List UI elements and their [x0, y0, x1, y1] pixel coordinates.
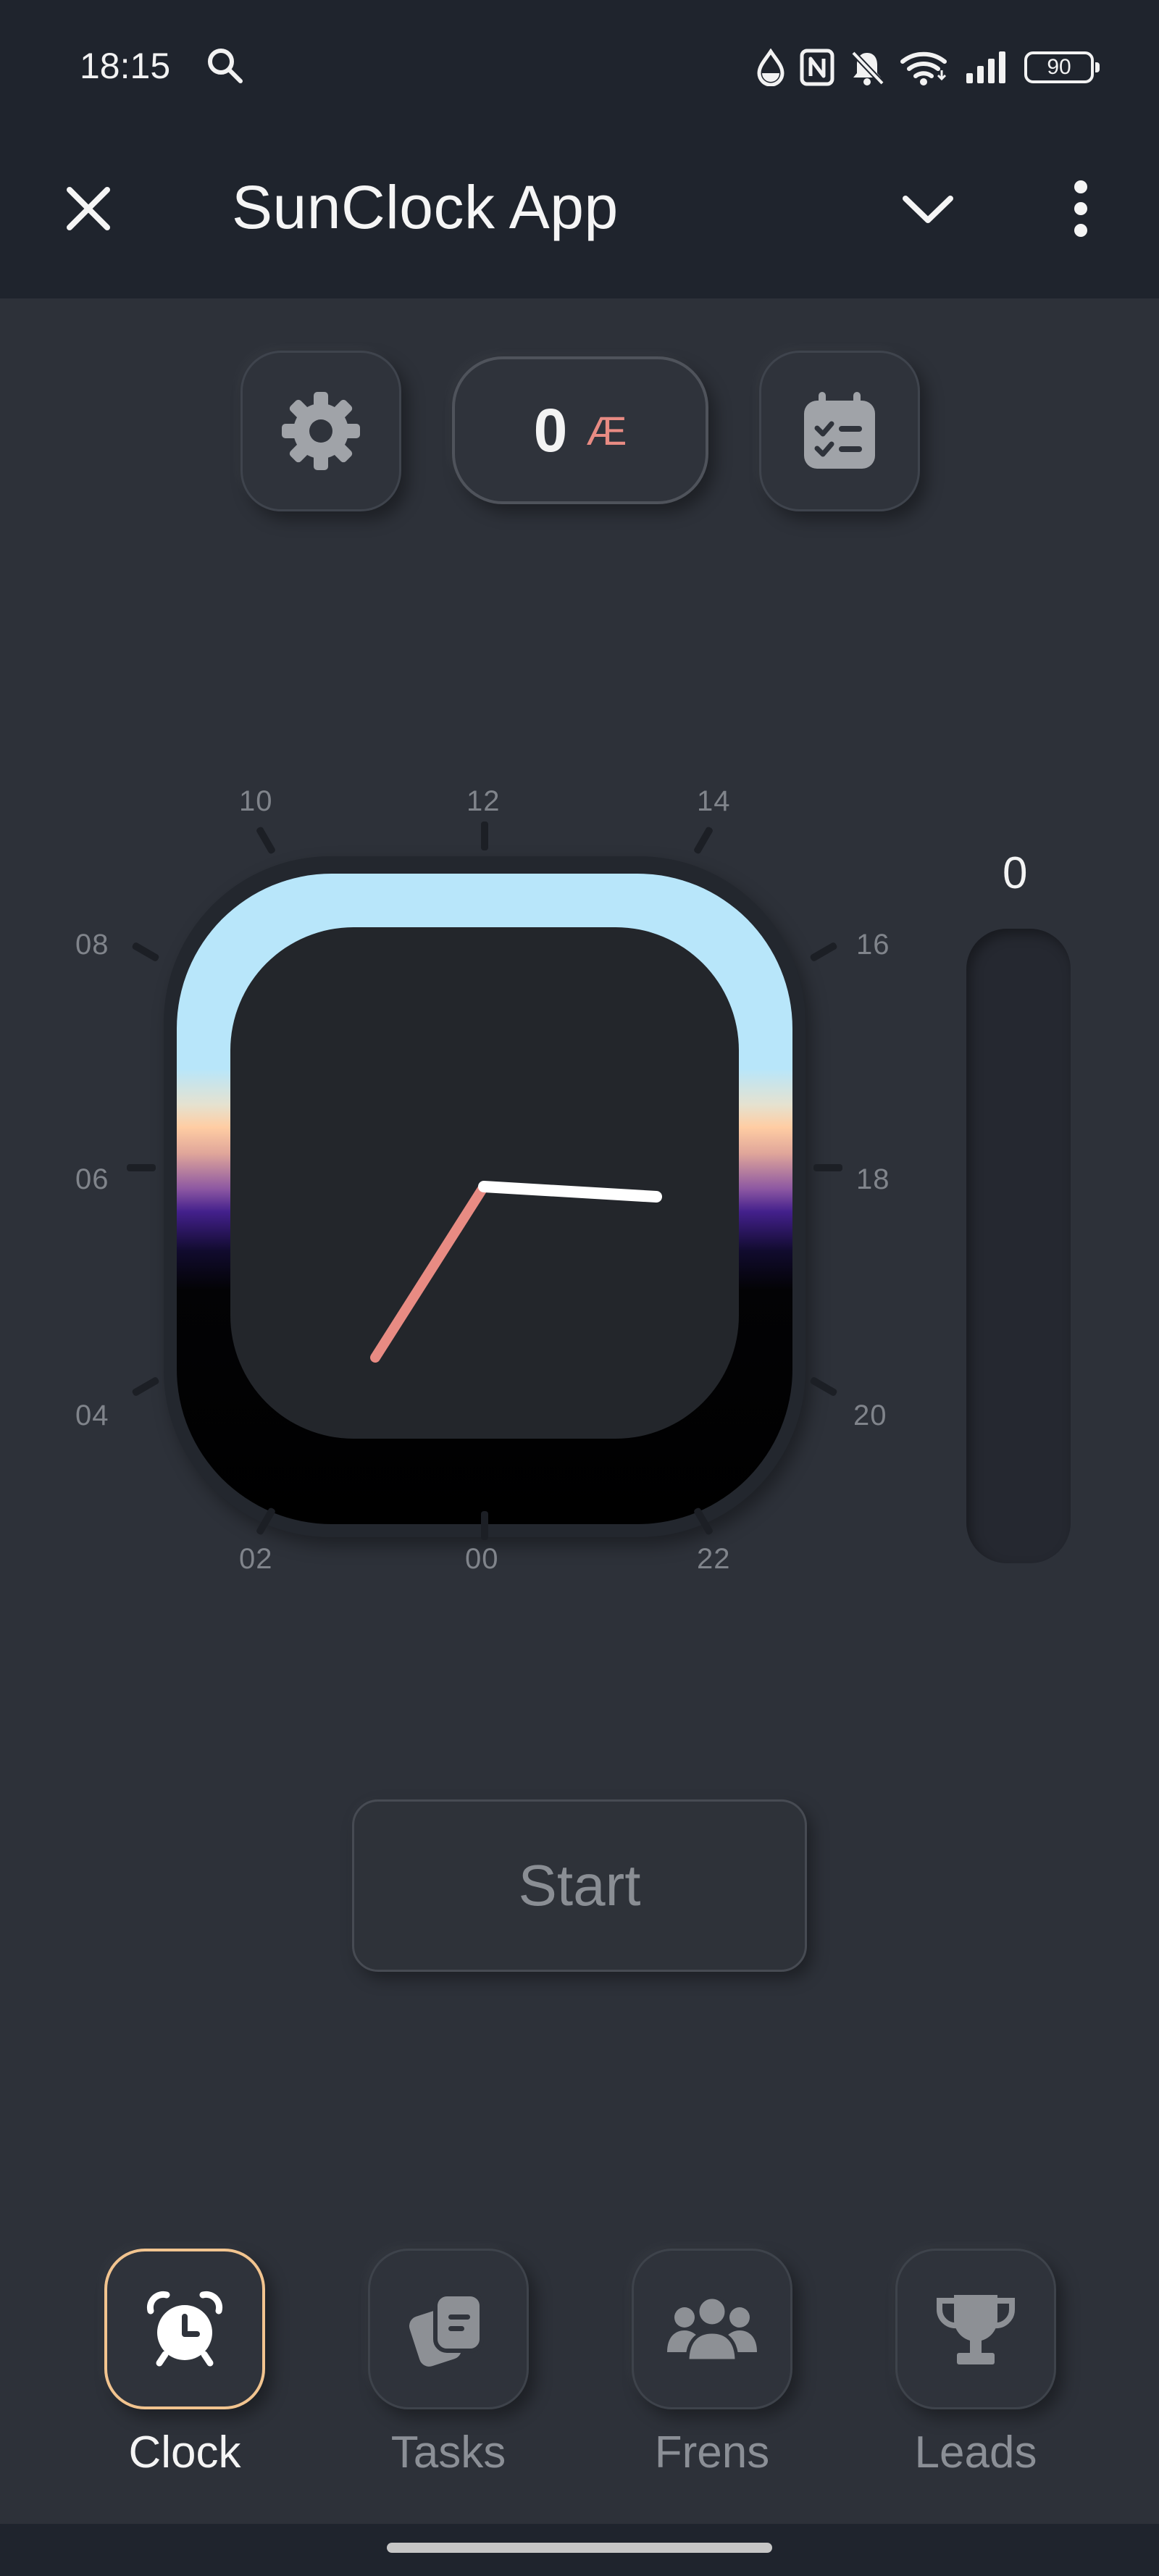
task-calendar-button[interactable]	[759, 351, 920, 511]
drop-icon	[757, 49, 784, 86]
nav-leads-label: Leads	[914, 2427, 1037, 2477]
balance-display: 0 Æ	[452, 356, 708, 504]
nav-leads-button[interactable]	[895, 2249, 1056, 2409]
balance-unit: Æ	[586, 407, 627, 453]
search-icon	[208, 49, 243, 83]
calendar-checklist-icon	[804, 392, 875, 469]
battery-icon: 90	[1024, 51, 1100, 83]
balance-value: 0	[533, 396, 568, 464]
wifi-icon	[900, 51, 947, 85]
status-icons: 90	[756, 42, 1100, 93]
nav-clock-button[interactable]	[104, 2249, 265, 2409]
start-button[interactable]: Start	[352, 1799, 807, 1972]
alarm-clock-icon	[146, 2291, 223, 2367]
status-time: 18:15	[80, 46, 171, 86]
nav-tasks-button[interactable]	[368, 2249, 529, 2409]
chevron-down-icon[interactable]	[895, 181, 961, 239]
close-icon[interactable]	[59, 180, 117, 238]
group-icon	[667, 2295, 757, 2363]
battery-level: 90	[1047, 55, 1071, 79]
nav-leads[interactable]: Leads	[895, 2249, 1062, 2478]
nav-clock-label: Clock	[128, 2427, 241, 2477]
trophy-icon	[936, 2295, 1016, 2364]
settings-button[interactable]	[240, 351, 401, 511]
signal-icon	[966, 51, 1005, 83]
tasks-cards-icon	[409, 2292, 484, 2367]
more-vertical-icon[interactable]	[1058, 174, 1104, 243]
gear-icon	[282, 392, 360, 470]
nav-tasks-label: Tasks	[390, 2427, 506, 2477]
app-title: SunClock App	[232, 173, 619, 241]
clock-area: 00 02 04 06 08 10 12 14 16 18 20 22 0	[0, 768, 1159, 1608]
nfc-icon	[800, 49, 834, 86]
nav-frens-label: Frens	[654, 2427, 770, 2477]
minute-hand	[370, 1182, 489, 1363]
bell-off-icon	[851, 51, 884, 85]
progress-meter	[966, 929, 1071, 1563]
meter-value: 0	[1003, 848, 1028, 898]
home-gesture-bar[interactable]	[387, 2543, 772, 2553]
nav-frens[interactable]: Frens	[632, 2249, 798, 2478]
hour-hand	[478, 1181, 662, 1203]
nav-tasks[interactable]: Tasks	[368, 2249, 535, 2478]
nav-frens-button[interactable]	[632, 2249, 792, 2409]
nav-clock[interactable]: Clock	[104, 2249, 271, 2478]
